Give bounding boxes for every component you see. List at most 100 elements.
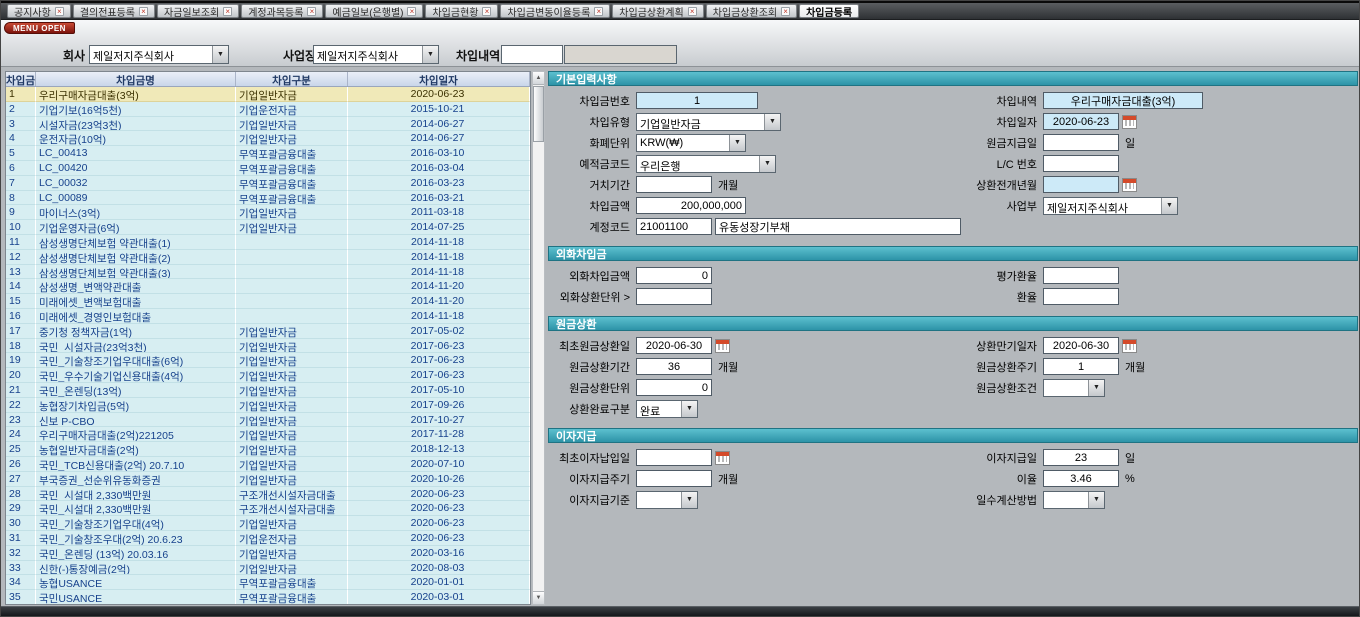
tab-8[interactable]: 차입금상환조회× xyxy=(706,4,797,18)
loan-row[interactable]: 31국민_기술창조우대(2억) 20.6.23기업운전자금2020-06-23 xyxy=(6,531,530,546)
calendar-icon[interactable] xyxy=(1122,339,1137,353)
calendar-icon[interactable] xyxy=(715,339,730,353)
deposit-code-select[interactable]: 우리은행 ▼ xyxy=(636,155,776,173)
tab-6[interactable]: 차입금변동이율등록× xyxy=(500,4,610,18)
calendar-icon[interactable] xyxy=(1122,178,1137,192)
first-interest-date-field[interactable] xyxy=(636,449,712,466)
tab-2[interactable]: 자금일보조회× xyxy=(157,4,239,18)
loan-row[interactable]: 4운전자금(10억)기업일반자금2014-06-27 xyxy=(6,131,530,146)
eval-rate-field[interactable] xyxy=(1043,267,1119,284)
tab-close-icon[interactable]: × xyxy=(55,7,64,16)
loan-row[interactable]: 13삼성생명단체보험 약관대출(3)2014-11-18 xyxy=(6,265,530,280)
fx-amount-field[interactable] xyxy=(636,267,712,284)
account-code-field[interactable] xyxy=(636,218,712,235)
menu-open-button[interactable]: MENU OPEN xyxy=(4,22,75,34)
loan-row[interactable]: 19국민_기술창조기업우대대출(6억)기업일반자금2017-06-23 xyxy=(6,353,530,368)
loan-row[interactable]: 10기업운영자금(6억)기업일반자금2014-07-25 xyxy=(6,220,530,235)
loan-row[interactable]: 3시설자금(23억3천)기업일반자금2014-06-27 xyxy=(6,117,530,132)
exchange-rate-field[interactable] xyxy=(1043,288,1119,305)
calendar-icon[interactable] xyxy=(715,451,730,465)
tab-0[interactable]: 공지사항× xyxy=(7,4,71,18)
tab-close-icon[interactable]: × xyxy=(407,7,416,16)
day-count-select[interactable]: ▼ xyxy=(1043,491,1105,509)
repay-unit-field[interactable] xyxy=(636,379,712,396)
fx-unit-field[interactable] xyxy=(636,288,712,305)
loan-row[interactable]: 12삼성생명단체보험 약관대출(2)2014-11-18 xyxy=(6,250,530,265)
loan-row[interactable]: 34농협USANCE무역포괄금융대출2020-01-01 xyxy=(6,575,530,590)
tab-5[interactable]: 차입금현황× xyxy=(425,4,498,18)
company-select[interactable]: 제일저지주식회사 ▼ xyxy=(89,45,229,64)
loan-row[interactable]: 5LC_00413무역포괄금융대출2016-03-10 xyxy=(6,146,530,161)
loan-row[interactable]: 23신보 P-CBO기업일반자금2017-10-27 xyxy=(6,413,530,428)
loan-row[interactable]: 11삼성생명단체보험 약관대출(1)2014-11-18 xyxy=(6,235,530,250)
loan-row[interactable]: 28국민_시설대 2,330백만원구조개선시설자금대출2020-06-23 xyxy=(6,487,530,502)
repay-cycle-field[interactable] xyxy=(1043,358,1119,375)
loan-row[interactable]: 8LC_00089무역포괄금융대출2016-03-21 xyxy=(6,191,530,206)
tab-7[interactable]: 차입금상환계획× xyxy=(612,4,703,18)
loan-no-field[interactable] xyxy=(636,92,758,109)
tab-close-icon[interactable]: × xyxy=(139,7,148,16)
first-repay-date-field[interactable] xyxy=(636,337,712,354)
interest-cycle-field[interactable] xyxy=(636,470,712,487)
interest-day-field[interactable] xyxy=(1043,449,1119,466)
loan-row[interactable]: 2기업기보(16억5천)기업운전자금2015-10-21 xyxy=(6,102,530,117)
repay-period-field[interactable] xyxy=(636,358,712,375)
loan-row[interactable]: 26국민_TCB신용대출(2억) 20.7.10기업일반자금2020-07-10 xyxy=(6,457,530,472)
loan-row[interactable]: 24우리구매자금대출(2억)221205기업일반자금2017-11-28 xyxy=(6,427,530,442)
tab-close-icon[interactable]: × xyxy=(594,7,603,16)
account-name-field[interactable] xyxy=(715,218,961,235)
loan-row[interactable]: 20국민_우수기술기업신용대출(4억)기업일반자금2017-06-23 xyxy=(6,368,530,383)
loan-type-cell: 무역포괄금융대출 xyxy=(236,176,348,191)
currency-select[interactable]: KRW(₩) ▼ xyxy=(636,134,746,152)
loan-row[interactable]: 18국민_시설자금(23억3천)기업일반자금2017-06-23 xyxy=(6,339,530,354)
loan-name-field[interactable] xyxy=(1043,92,1203,109)
rollover-ym-field[interactable] xyxy=(1043,176,1119,193)
loan-type-select[interactable]: 기업일반자금 ▼ xyxy=(636,113,781,131)
tab-9[interactable]: 차입금등록 xyxy=(799,4,859,18)
loan-row[interactable]: 32국민_온렌딩 (13억) 20.03.16기업일반자금2020-03-16 xyxy=(6,546,530,561)
loan-search-input[interactable] xyxy=(501,45,563,64)
loan-row[interactable]: 17중기청 정책자금(1억)기업일반자금2017-05-02 xyxy=(6,324,530,339)
maturity-date-field[interactable] xyxy=(1043,337,1119,354)
loan-row[interactable]: 14삼성생명_변액약관대출2014-11-20 xyxy=(6,279,530,294)
tab-3[interactable]: 계정과목등록× xyxy=(241,4,323,18)
calendar-icon[interactable] xyxy=(1122,115,1137,129)
exchange-rate-label: 환율 xyxy=(958,289,1043,305)
loan-row[interactable]: 6LC_00420무역포괄금융대출2016-03-04 xyxy=(6,161,530,176)
loan-amount-field[interactable] xyxy=(636,197,746,214)
loan-row[interactable]: 29국민_시설대 2,330백만원구조개선시설자금대출2020-06-23 xyxy=(6,501,530,516)
loan-row[interactable]: 22농협장기차입금(5억)기업일반자금2017-09-26 xyxy=(6,398,530,413)
loan-row[interactable]: 9마이너스(3억)기업일반자금2011-03-18 xyxy=(6,205,530,220)
tab-close-icon[interactable]: × xyxy=(482,7,491,16)
scrollbar-thumb[interactable] xyxy=(533,86,544,142)
tab-close-icon[interactable]: × xyxy=(688,7,697,16)
tab-4[interactable]: 예금일보(은행별)× xyxy=(325,4,423,18)
principal-day-field[interactable] xyxy=(1043,134,1119,151)
tab-1[interactable]: 결의전표등록× xyxy=(73,4,155,18)
loan-row[interactable]: 1우리구매자금대출(3억)기업일반자금2020-06-23 xyxy=(6,87,530,102)
division-select[interactable]: 제일저지주식회사 ▼ xyxy=(1043,197,1178,215)
site-select[interactable]: 제일저지주식회사 ▼ xyxy=(313,45,439,64)
grace-period-field[interactable] xyxy=(636,176,712,193)
loan-row[interactable]: 35국민USANCE무역포괄금융대출2020-03-01 xyxy=(6,590,530,605)
loan-row[interactable]: 15미래에셋_변액보험대출2014-11-20 xyxy=(6,294,530,309)
loan-row[interactable]: 33신한(-)통장예금(2억)기업일반자금2020-08-03 xyxy=(6,561,530,576)
tab-close-icon[interactable]: × xyxy=(781,7,790,16)
table-scrollbar[interactable]: ▲ ▼ xyxy=(532,71,545,605)
scroll-down-icon[interactable]: ▼ xyxy=(533,591,544,604)
loan-date-field[interactable] xyxy=(1043,113,1119,130)
loan-row[interactable]: 25농협일반자금대출(2억)기업일반자금2018-12-13 xyxy=(6,442,530,457)
repay-condition-select[interactable]: ▼ xyxy=(1043,379,1105,397)
interest-rate-field[interactable] xyxy=(1043,470,1119,487)
loan-row[interactable]: 16미래에셋_경영인보험대출2014-11-18 xyxy=(6,309,530,324)
interest-basis-select[interactable]: ▼ xyxy=(636,491,698,509)
loan-row[interactable]: 21국민_온렌딩(13억)기업일반자금2017-05-10 xyxy=(6,383,530,398)
complete-flag-select[interactable]: 완료 ▼ xyxy=(636,400,698,418)
tab-close-icon[interactable]: × xyxy=(223,7,232,16)
scroll-up-icon[interactable]: ▲ xyxy=(533,72,544,85)
tab-close-icon[interactable]: × xyxy=(307,7,316,16)
loan-row[interactable]: 7LC_00032무역포괄금융대출2016-03-23 xyxy=(6,176,530,191)
lc-no-field[interactable] xyxy=(1043,155,1119,172)
loan-row[interactable]: 30국민_기술창조기업우대(4억)기업일반자금2020-06-23 xyxy=(6,516,530,531)
loan-row[interactable]: 27부국증권_선순위유동화증권기업일반자금2020-10-26 xyxy=(6,472,530,487)
